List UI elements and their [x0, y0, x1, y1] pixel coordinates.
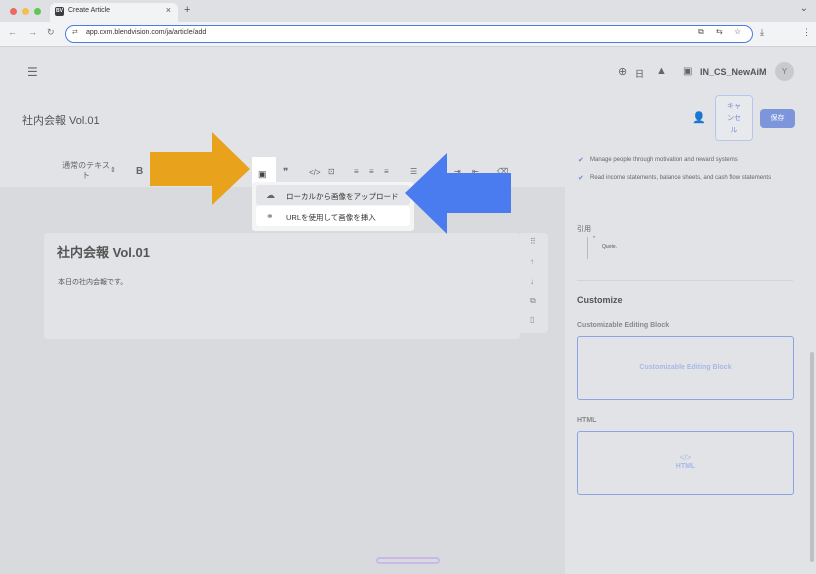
quote-button[interactable]: ❞ [283, 167, 288, 178]
menu-item-insert-url[interactable]: ⚭ URLを使用して画像を挿入 [256, 206, 410, 226]
menu-icon[interactable]: ☰ [27, 65, 38, 79]
customize-title: Customize [577, 295, 623, 305]
quote-label: 引用 [577, 226, 591, 233]
link-icon: ⚭ [266, 211, 274, 221]
orange-arrow-annotation [150, 132, 250, 205]
bottom-indicator [376, 557, 440, 564]
align-right-button[interactable]: ≡ [384, 167, 389, 176]
site-settings-icon[interactable]: ⇄ [72, 28, 78, 36]
back-icon[interactable]: ← [8, 27, 17, 37]
text-style-chevron-icon[interactable]: ⇕ [110, 166, 116, 174]
cast-icon[interactable]: ⧉ [698, 27, 704, 37]
menu-item-label: ローカルから画像をアップロード [286, 192, 399, 201]
feature-item: ✔ Read income statements, balance sheets… [578, 174, 785, 183]
avatar[interactable]: Y [775, 62, 794, 81]
organization-icon: ▣ [683, 66, 693, 77]
align-left-button[interactable]: ≡ [354, 167, 359, 176]
cancel-label: キャンセル [727, 103, 741, 134]
save-button[interactable]: 保存 [760, 109, 795, 128]
check-icon: ✔ [578, 175, 584, 182]
address-row: ← → ↻ ⇄ app.cxm.blendvision.com/ja/artic… [0, 22, 816, 47]
menu-item-upload-local[interactable]: ☁ ローカルから画像をアップロード [256, 185, 410, 205]
custom-block-label: Customizable Editing Block [577, 322, 670, 329]
favicon-icon: BV [55, 7, 64, 16]
quote-mark-icon: " [593, 236, 596, 243]
block-tools: ⠿ ↑ ↓ ⧉ ▯ [520, 233, 548, 333]
globe-icon[interactable]: ⊕ [618, 65, 627, 78]
browser-tab-bar: BV Create Article × + ⌄ [0, 0, 816, 22]
forward-icon[interactable]: → [28, 27, 37, 37]
quote-text: Quote. [602, 244, 618, 250]
divider [577, 280, 793, 281]
add-user-icon[interactable]: 👤 [692, 111, 706, 124]
text-style-select[interactable]: 通常のテキスト [60, 161, 112, 181]
delete-icon[interactable]: ▯ [530, 315, 534, 324]
custom-block-text: Customizable Editing Block [639, 364, 732, 371]
code-block-button[interactable]: ⊡ [328, 167, 335, 176]
feature-text: Manage people through motivation and rew… [590, 157, 738, 163]
move-up-icon[interactable]: ↑ [530, 257, 534, 266]
block-panel: ✔ Manage people through motivation and r… [565, 147, 816, 574]
window-close-button[interactable] [10, 8, 17, 15]
image-icon: ▣ [258, 169, 267, 179]
article-body[interactable]: 本日の社内会報です。 [58, 277, 127, 287]
url-bar[interactable]: ⇄ app.cxm.blendvision.com/ja/article/add… [65, 25, 753, 43]
drag-handle-icon[interactable]: ⠿ [530, 237, 536, 246]
app-header: ☰ ⊕ 日 ▲ ▣ IN_CS_NewAiM Y [0, 47, 816, 97]
feature-text: Read income statements, balance sheets, … [590, 175, 772, 181]
blue-arrow-annotation [405, 153, 511, 234]
browser-tab[interactable]: BV Create Article × [50, 3, 178, 22]
username[interactable]: IN_CS_NewAiM [700, 67, 767, 77]
cloud-upload-icon: ☁ [266, 190, 275, 200]
download-icon[interactable]: ⤓ [760, 27, 764, 38]
bell-icon[interactable]: ▲ [656, 65, 667, 77]
quote-block-preview[interactable]: " Quote. [587, 236, 628, 259]
align-center-button[interactable]: ≡ [369, 167, 374, 176]
window-zoom-button[interactable] [34, 8, 41, 15]
reload-icon[interactable]: ↻ [47, 27, 55, 38]
check-icon: ✔ [578, 157, 584, 164]
article-heading[interactable]: 社内会報 Vol.01 [57, 242, 150, 261]
copy-icon[interactable]: ⧉ [530, 296, 536, 306]
menu-item-label: URLを使用して画像を挿入 [286, 213, 376, 222]
bold-button[interactable]: B [136, 166, 143, 177]
tab-list-chevron-icon[interactable]: ⌄ [800, 3, 808, 14]
article-card[interactable]: 社内会報 Vol.01 本日の社内会報です。 [44, 233, 520, 339]
cancel-button[interactable]: キャンセル [715, 95, 753, 141]
window-minimize-button[interactable] [22, 8, 29, 15]
feature-item: ✔ Manage people through motivation and r… [578, 156, 780, 165]
tab-close-icon[interactable]: × [166, 5, 171, 15]
browser-menu-icon[interactable]: ⋮ [802, 27, 811, 38]
html-block-text: HTML [675, 463, 696, 470]
url-text: app.cxm.blendvision.com/ja/article/add [86, 29, 207, 36]
scrollbar[interactable] [810, 352, 814, 562]
image-insert-menu: ☁ ローカルから画像をアップロード ⚭ URLを使用して画像を挿入 [252, 182, 414, 231]
code-button[interactable]: </> [309, 168, 321, 177]
bookmark-star-icon[interactable]: ☆ [734, 27, 741, 36]
tab-title: Create Article [68, 7, 111, 14]
move-down-icon[interactable]: ↓ [530, 277, 534, 286]
language-label[interactable]: 日 [635, 67, 644, 80]
html-block-preview[interactable]: </> HTML [577, 431, 794, 495]
app: ☰ ⊕ 日 ▲ ▣ IN_CS_NewAiM Y 社内会報 Vol.01 👤 キ… [0, 47, 816, 574]
page-title: 社内会報 Vol.01 [22, 115, 100, 127]
new-tab-button[interactable]: + [184, 4, 190, 16]
html-label: HTML [577, 417, 597, 424]
code-icon: </> [679, 453, 692, 462]
custom-block-preview[interactable]: Customizable Editing Block [577, 336, 794, 400]
translate-icon[interactable]: ⇆ [716, 27, 723, 36]
